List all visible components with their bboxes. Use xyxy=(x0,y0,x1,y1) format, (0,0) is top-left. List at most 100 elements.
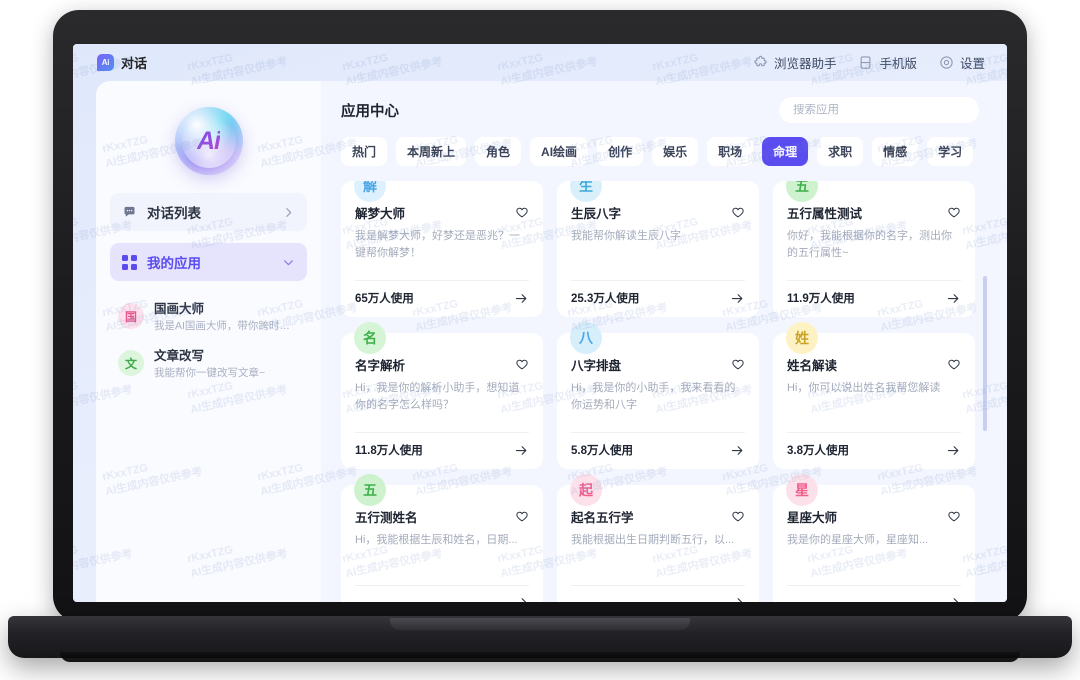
heart-icon[interactable] xyxy=(515,358,529,372)
card-description: Hi，你可以说出姓名我帮您解读 xyxy=(787,382,941,394)
category-tabs: 热门 本周新上 角色 AI绘画 创作 娱乐 职场 命理 求职 情感 学习 xyxy=(341,137,989,166)
mobile-version-button[interactable]: 手机版 xyxy=(858,53,917,72)
app-card[interactable]: 解 解梦大师 我是解梦大师，好梦还是恶兆？一键帮你解梦！ 65万人使用 xyxy=(341,181,543,317)
arrow-right-icon[interactable] xyxy=(730,595,745,602)
browser-assistant-label: 浏览器助手 xyxy=(773,57,837,71)
gear-icon xyxy=(940,56,953,69)
heart-icon[interactable] xyxy=(515,206,529,220)
app-card[interactable]: 五 五行测姓名 Hi，我能根据生辰和姓名，日期... xyxy=(341,474,543,602)
card-title: 解梦大师 xyxy=(355,207,406,221)
tab-hot[interactable]: 热门 xyxy=(341,137,388,166)
my-apps-list: 国 国画大师 我是AI国画大师，带你跨时代体... 文 文章改写 我能帮你一键改… xyxy=(96,293,321,390)
laptop-lid: Ai 对话 浏览器助手 手机版 设置 Ai 对话列表 我的应用 国 国画大师 我… xyxy=(53,10,1027,622)
heart-icon[interactable] xyxy=(731,206,745,220)
card-title: 起名五行学 xyxy=(571,511,634,525)
arrow-right-icon[interactable] xyxy=(730,443,745,458)
card-description: Hi，我是你的小助手，我来看看的你运势和八字 xyxy=(571,382,736,411)
body: Ai 对话列表 我的应用 国 国画大师 我是AI国画大师，带你跨时代体... 文… xyxy=(73,81,1007,602)
heart-icon[interactable] xyxy=(947,206,961,220)
arrow-right-icon[interactable] xyxy=(946,291,961,306)
app-card[interactable]: 五 五行属性测试 你好，我能根据你的名字，测出你的五行属性~ 11.9万人使用 xyxy=(773,181,975,317)
tab-roles[interactable]: 角色 xyxy=(475,137,522,166)
search-input[interactable] xyxy=(793,104,965,116)
heart-icon[interactable] xyxy=(515,510,529,524)
settings-button[interactable]: 设置 xyxy=(939,53,985,72)
card-title: 五行属性测试 xyxy=(787,207,863,221)
sidebar: Ai 对话列表 我的应用 国 国画大师 我是AI国画大师，带你跨时代体... 文… xyxy=(96,81,321,602)
brand[interactable]: Ai 对话 xyxy=(97,53,147,72)
heart-icon[interactable] xyxy=(731,358,745,372)
brand-label: 对话 xyxy=(121,56,148,71)
heart-icon[interactable] xyxy=(731,510,745,524)
tab-creation[interactable]: 创作 xyxy=(597,137,644,166)
list-item[interactable]: 文 文章改写 我能帮你一键改写文章~ xyxy=(110,342,307,389)
brand-logo-icon: Ai xyxy=(97,54,114,71)
card-usage-count: 11.9万人使用 xyxy=(787,293,855,305)
card-description: 我能根据出生日期判断五行，以... xyxy=(571,534,735,546)
arrow-right-icon[interactable] xyxy=(946,595,961,602)
mobile-version-label: 手机版 xyxy=(879,57,917,71)
card-badge-icon: 姓 xyxy=(786,322,818,354)
top-actions: 浏览器助手 手机版 设置 xyxy=(753,53,985,72)
tab-fortune[interactable]: 命理 xyxy=(762,137,809,166)
heart-icon[interactable] xyxy=(947,510,961,524)
card-description: 我是解梦大师，好梦还是恶兆？一键帮你解梦！ xyxy=(355,230,520,259)
card-title: 星座大师 xyxy=(787,511,838,525)
ai-orb-label: Ai xyxy=(197,126,221,155)
sidebar-item-chat-list[interactable]: 对话列表 xyxy=(110,193,307,231)
arrow-right-icon[interactable] xyxy=(514,443,529,458)
card-badge-icon: 五 xyxy=(354,474,386,506)
card-badge-icon: 起 xyxy=(570,474,602,506)
avatar: 国 xyxy=(118,303,144,329)
main-panel: 应用中心 热门 本周新上 角色 AI绘画 创作 娱乐 职 xyxy=(321,81,1007,602)
mobile-icon xyxy=(861,56,871,69)
laptop-foot xyxy=(60,652,1020,662)
application-window: Ai 对话 浏览器助手 手机版 设置 Ai 对话列表 我的应用 国 国画大师 我… xyxy=(73,44,1007,602)
tab-jobseek[interactable]: 求职 xyxy=(817,137,864,166)
app-card[interactable]: 起 起名五行学 我能根据出生日期判断五行，以... xyxy=(557,474,759,602)
arrow-right-icon[interactable] xyxy=(514,595,529,602)
list-item[interactable]: 国 国画大师 我是AI国画大师，带你跨时代体... xyxy=(110,295,307,342)
search-box[interactable] xyxy=(779,97,979,123)
heart-icon[interactable] xyxy=(947,358,961,372)
tab-emotion[interactable]: 情感 xyxy=(872,137,919,166)
card-usage-count: 25.3万人使用 xyxy=(571,293,640,305)
list-item-desc: 我是AI国画大师，带你跨时代体... xyxy=(154,319,299,332)
tab-entertainment[interactable]: 娱乐 xyxy=(652,137,699,166)
card-badge-icon: 名 xyxy=(354,322,386,354)
app-card[interactable]: 生 生辰八字 我能帮你解读生辰八字 25.3万人使用 xyxy=(557,181,759,317)
card-description: 我能帮你解读生辰八字 xyxy=(571,230,681,242)
vertical-scrollbar[interactable] xyxy=(983,276,987,431)
top-bar: Ai 对话 浏览器助手 手机版 设置 xyxy=(73,44,1007,81)
laptop-screen: Ai 对话 浏览器助手 手机版 设置 Ai 对话列表 我的应用 国 国画大师 我… xyxy=(73,44,1007,602)
arrow-right-icon[interactable] xyxy=(514,291,529,306)
card-description: 你好，我能根据你的名字，测出你的五行属性~ xyxy=(787,230,952,259)
sidebar-item-my-apps[interactable]: 我的应用 xyxy=(110,243,307,281)
card-title: 生辰八字 xyxy=(571,207,622,221)
tab-new-week[interactable]: 本周新上 xyxy=(396,137,467,166)
sidebar-item-chat-list-label: 对话列表 xyxy=(147,206,201,221)
laptop-mockup: Ai 对话 浏览器助手 手机版 设置 Ai 对话列表 我的应用 国 国画大师 我… xyxy=(0,0,1080,680)
app-card[interactable]: 星 星座大师 我是你的星座大师，星座知... xyxy=(773,474,975,602)
app-card[interactable]: 姓 姓名解读 Hi，你可以说出姓名我帮您解读 3.8万人使用 xyxy=(773,322,975,469)
card-usage-count: 3.8万人使用 xyxy=(787,445,849,457)
card-badge-icon: 星 xyxy=(786,474,818,506)
card-title: 姓名解读 xyxy=(787,359,838,373)
app-grid: 解 解梦大师 我是解梦大师，好梦还是恶兆？一键帮你解梦！ 65万人使用 生 生辰… xyxy=(341,181,975,602)
tab-study[interactable]: 学习 xyxy=(927,137,974,166)
arrow-right-icon[interactable] xyxy=(946,443,961,458)
settings-label: 设置 xyxy=(959,57,985,71)
card-description: 我是你的星座大师，星座知... xyxy=(787,534,929,546)
tab-workplace[interactable]: 职场 xyxy=(707,137,754,166)
browser-assistant-button[interactable]: 浏览器助手 xyxy=(753,53,837,72)
sidebar-item-my-apps-label: 我的应用 xyxy=(147,256,201,271)
card-usage-count: 11.8万人使用 xyxy=(355,445,423,457)
card-title: 八字排盘 xyxy=(571,359,622,373)
card-description: Hi，我是你的解析小助手，想知道你的名字怎么样吗？ xyxy=(355,382,520,411)
list-item-desc: 我能帮你一键改写文章~ xyxy=(154,366,266,379)
app-card[interactable]: 八 八字排盘 Hi，我是你的小助手，我来看看的你运势和八字 5.8万人使用 xyxy=(557,322,759,469)
grid-icon xyxy=(122,254,137,270)
tab-ai-drawing[interactable]: AI绘画 xyxy=(530,137,589,166)
arrow-right-icon[interactable] xyxy=(730,291,745,306)
app-card[interactable]: 名 名字解析 Hi，我是你的解析小助手，想知道你的名字怎么样吗？ 11.8万人使… xyxy=(341,322,543,469)
